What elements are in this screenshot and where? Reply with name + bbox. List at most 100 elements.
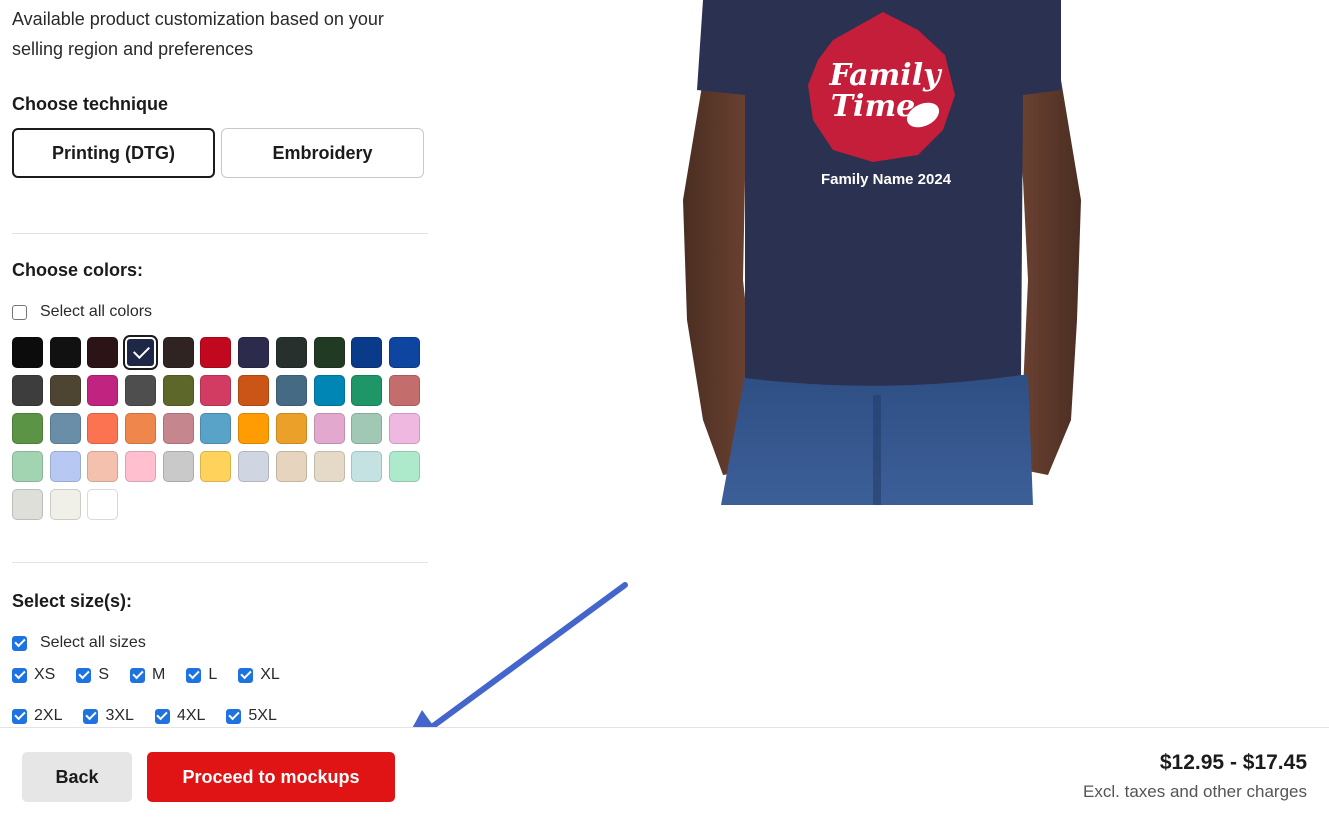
- back-button[interactable]: Back: [22, 752, 132, 802]
- checkbox-icon[interactable]: [12, 708, 27, 724]
- color-swatch[interactable]: [275, 375, 307, 406]
- color-swatch[interactable]: [87, 489, 119, 520]
- color-swatch[interactable]: [49, 337, 81, 368]
- color-swatch[interactable]: [313, 451, 345, 482]
- color-swatch[interactable]: [49, 451, 81, 482]
- color-swatch[interactable]: [313, 413, 345, 444]
- size-label: 4XL: [176, 707, 206, 724]
- footer-bar: Back Proceed to mockups $12.95 - $17.45 …: [0, 727, 1329, 818]
- size-checkbox-xs[interactable]: XS: [12, 666, 55, 684]
- section-divider: [12, 562, 428, 563]
- select-all-sizes-label: Select all sizes: [40, 634, 146, 651]
- checkbox-icon[interactable]: [83, 708, 99, 724]
- checkbox-icon[interactable]: [238, 667, 254, 683]
- select-all-colors-label: Select all colors: [40, 303, 153, 320]
- checkbox-icon[interactable]: [186, 667, 202, 683]
- color-swatch[interactable]: [87, 451, 119, 482]
- checkbox-icon[interactable]: [12, 304, 27, 320]
- technique-options: Printing (DTG) Embroidery: [12, 128, 428, 178]
- color-swatch[interactable]: [238, 413, 270, 444]
- color-swatch[interactable]: [388, 375, 420, 406]
- color-swatch[interactable]: [49, 489, 81, 520]
- color-swatch[interactable]: [275, 337, 307, 368]
- color-swatch[interactable]: [351, 451, 383, 482]
- color-swatch[interactable]: [125, 413, 157, 444]
- color-swatch[interactable]: [200, 375, 232, 406]
- color-swatch[interactable]: [87, 375, 119, 406]
- color-swatch[interactable]: [12, 451, 43, 482]
- product-preview-image: Family Time Family Name 2024: [683, 0, 1081, 505]
- size-checkbox-3xl[interactable]: 3XL: [83, 707, 134, 725]
- intro-line-1: Available product customization based on…: [12, 9, 384, 29]
- sizes-title: Select size(s):: [12, 591, 133, 611]
- size-label: L: [208, 666, 218, 683]
- color-swatch[interactable]: [351, 337, 383, 368]
- color-swatch[interactable]: [238, 337, 270, 368]
- checkbox-icon[interactable]: [154, 708, 170, 724]
- checkbox-icon[interactable]: [226, 708, 242, 724]
- color-swatch[interactable]: [49, 413, 81, 444]
- color-swatch[interactable]: [351, 375, 383, 406]
- color-swatch[interactable]: [87, 337, 119, 368]
- intro-line-2: selling region and preferences: [12, 39, 254, 59]
- select-all-sizes-checkbox[interactable]: Select all sizes: [12, 634, 428, 652]
- color-swatch[interactable]: [313, 337, 345, 368]
- color-swatch[interactable]: [125, 337, 157, 368]
- size-checkbox-2xl[interactable]: 2XL: [12, 707, 62, 725]
- checkbox-icon[interactable]: [130, 667, 146, 683]
- color-swatch[interactable]: [388, 451, 420, 482]
- select-all-colors-checkbox[interactable]: Select all colors: [12, 303, 428, 321]
- checkbox-icon[interactable]: [12, 667, 27, 683]
- size-label: 3XL: [105, 707, 134, 724]
- color-swatch[interactable]: [388, 413, 420, 444]
- color-swatch[interactable]: [275, 413, 307, 444]
- customization-panel: Available product customization based on…: [12, 0, 428, 725]
- size-checkbox-5xl[interactable]: 5XL: [226, 707, 277, 725]
- color-swatch[interactable]: [238, 451, 270, 482]
- jeans-seam: [873, 395, 881, 505]
- size-label: XS: [34, 666, 56, 683]
- design-line-2: Time: [831, 89, 916, 124]
- arrow-shaft: [422, 582, 628, 735]
- size-checkbox-m[interactable]: M: [130, 666, 165, 684]
- color-swatch[interactable]: [313, 375, 345, 406]
- technique-embroidery-button[interactable]: Embroidery: [221, 128, 424, 178]
- size-checkbox-xl[interactable]: XL: [238, 666, 280, 684]
- color-swatch[interactable]: [162, 451, 194, 482]
- color-swatch[interactable]: [162, 413, 194, 444]
- color-swatch[interactable]: [87, 413, 119, 444]
- size-label: 5XL: [248, 707, 277, 724]
- color-swatch[interactable]: [200, 413, 232, 444]
- size-options: XS S M L XL 2XL 3XL 4XL 5XL: [12, 666, 372, 725]
- colors-title: Choose colors:: [12, 260, 144, 280]
- size-label: M: [152, 666, 166, 683]
- color-swatch[interactable]: [12, 413, 43, 444]
- color-swatch[interactable]: [238, 375, 270, 406]
- section-divider: [12, 233, 428, 234]
- checkbox-icon[interactable]: [76, 667, 92, 683]
- color-swatch[interactable]: [49, 375, 81, 406]
- intro-text: Available product customization based on…: [12, 4, 428, 64]
- color-swatch[interactable]: [162, 337, 194, 368]
- size-checkbox-4xl[interactable]: 4XL: [154, 707, 206, 725]
- color-swatch-grid: [12, 337, 428, 520]
- design-subtitle: Family Name 2024: [821, 171, 952, 188]
- color-swatch[interactable]: [200, 451, 232, 482]
- proceed-to-mockups-button[interactable]: Proceed to mockups: [147, 752, 395, 802]
- technique-printing-dtg-button[interactable]: Printing (DTG): [12, 128, 215, 178]
- color-swatch[interactable]: [125, 451, 157, 482]
- checkbox-icon[interactable]: [12, 635, 27, 651]
- color-swatch[interactable]: [162, 375, 194, 406]
- color-swatch[interactable]: [351, 413, 383, 444]
- color-swatch[interactable]: [275, 451, 307, 482]
- color-swatch[interactable]: [12, 375, 43, 406]
- color-swatch[interactable]: [388, 337, 420, 368]
- color-swatch[interactable]: [12, 489, 43, 520]
- color-swatch[interactable]: [12, 337, 43, 368]
- color-swatch[interactable]: [200, 337, 232, 368]
- color-swatch[interactable]: [125, 375, 157, 406]
- size-checkbox-l[interactable]: L: [186, 666, 217, 684]
- size-label: XL: [260, 666, 280, 683]
- technique-title: Choose technique: [12, 94, 169, 114]
- size-checkbox-s[interactable]: S: [76, 666, 109, 684]
